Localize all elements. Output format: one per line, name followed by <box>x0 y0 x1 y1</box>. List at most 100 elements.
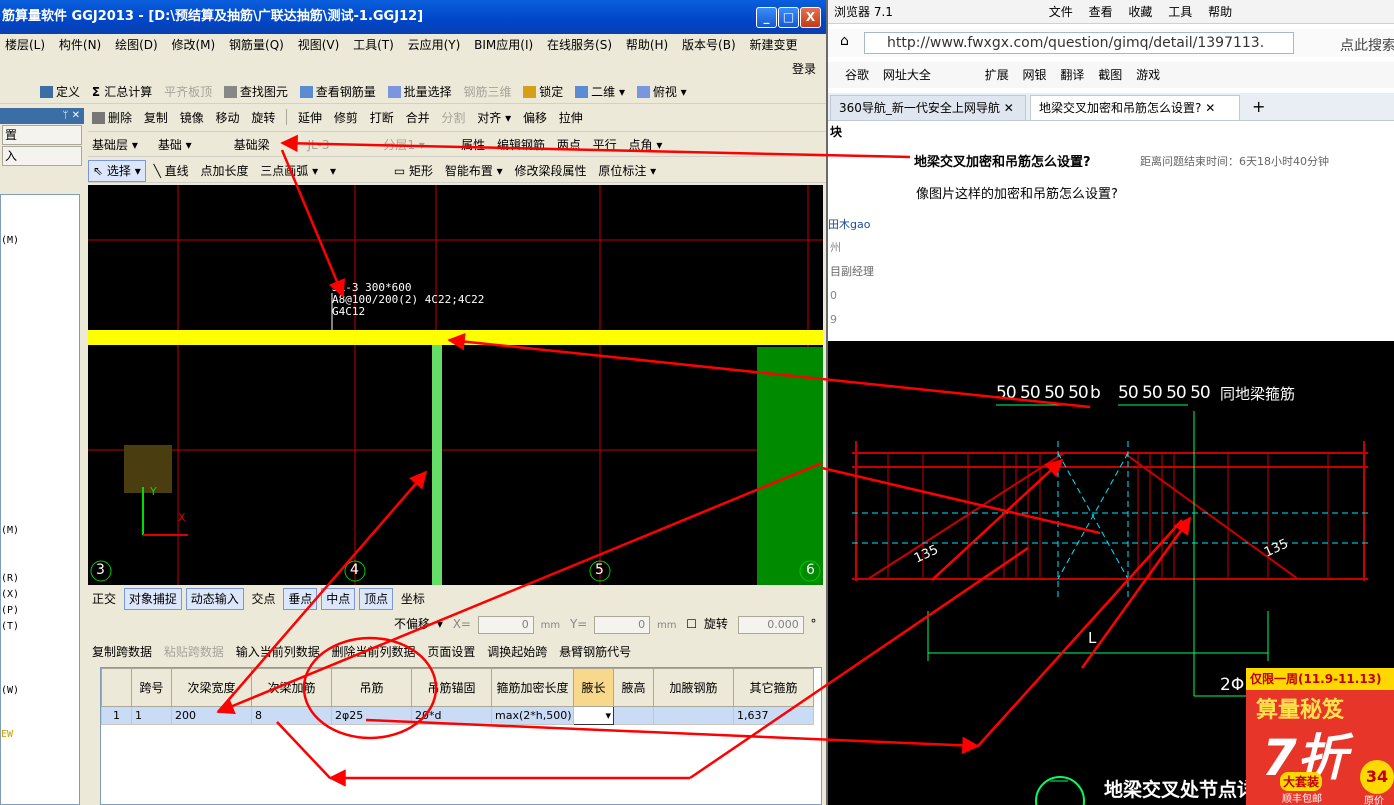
column-header[interactable]: 箍筋加密长度 <box>491 668 574 707</box>
view-top-select[interactable]: 俯视 ▾ <box>633 80 691 103</box>
merge-button[interactable]: 合并 <box>402 106 434 130</box>
maximize-button[interactable]: □ <box>778 7 799 28</box>
sublayer-select[interactable]: 分层1 ▾ <box>379 133 453 156</box>
close-button[interactable]: X <box>800 7 821 28</box>
list-item[interactable]: (T) <box>1 621 19 632</box>
browser-menu-tools[interactable]: 工具 <box>1162 0 1198 23</box>
layer-select[interactable]: 基础层 ▾ <box>88 133 150 156</box>
batch-select-button[interactable]: 批量选择 <box>384 80 456 103</box>
offset-button[interactable]: 偏移 <box>519 106 551 130</box>
browser-menu-fav[interactable]: 收藏 <box>1122 0 1158 23</box>
props-button[interactable]: 属性 <box>457 133 489 156</box>
url-input[interactable]: http://www.fwxgx.com/question/gimq/detai… <box>864 32 1294 54</box>
rebar-3d-button[interactable]: 钢筋三维 <box>459 80 515 103</box>
table-cell[interactable] <box>613 706 654 725</box>
three-arc-button[interactable]: 三点画弧 ▾ <box>256 159 322 182</box>
break-button[interactable]: 打断 <box>366 106 398 130</box>
fav-screenshot[interactable]: 截图 <box>1093 62 1127 88</box>
vertex-snap[interactable]: 顶点 <box>359 588 394 610</box>
column-header[interactable]: 吊筋锚固 <box>411 668 492 707</box>
haunch-length-dropdown[interactable]: ▾ <box>573 706 614 725</box>
tab-360-nav[interactable]: 360导航_新一代安全上网导航 ✕ <box>830 95 1026 120</box>
line-button[interactable]: ╲ 直线 <box>150 159 193 182</box>
coord-snap[interactable]: 坐标 <box>397 587 429 611</box>
row-number[interactable]: 1 <box>101 706 132 725</box>
x-input[interactable]: 0 <box>477 615 534 634</box>
menu-bim[interactable]: BIM应用(I) <box>469 34 538 56</box>
browser-menu-view[interactable]: 查看 <box>1083 0 1119 23</box>
rotate-input[interactable]: 0.000 <box>737 615 804 634</box>
delete-col-button[interactable]: 删除当前列数据 <box>328 640 420 665</box>
ortho-toggle[interactable]: 正交 <box>88 587 120 611</box>
table-cell[interactable]: 200 <box>171 706 252 725</box>
dynamic-input-toggle[interactable]: 动态输入 <box>185 588 244 610</box>
point-angle-button[interactable]: 点角 ▾ <box>625 133 667 156</box>
list-item[interactable]: (W) <box>1 685 19 696</box>
fav-google[interactable]: 谷歌 <box>840 62 874 88</box>
table-row[interactable]: 1 1 200 8 2φ25 20*d max(2*h,500) ▾ 1,637 <box>101 706 814 725</box>
element-select[interactable]: JL-3 <box>303 133 375 156</box>
define-button[interactable]: 定义 <box>36 80 84 103</box>
view-2d-select[interactable]: 二维 ▾ <box>571 80 629 103</box>
user-name[interactable]: 田木gao <box>828 216 870 232</box>
intersect-snap[interactable]: 交点 <box>248 587 280 611</box>
select-button[interactable]: ⇖ 选择 ▾ <box>88 160 146 182</box>
rect-button[interactable]: ▭ 矩形 <box>390 159 437 182</box>
table-cell[interactable]: 2φ25 <box>331 706 412 725</box>
list-item[interactable]: (M) <box>1 525 19 536</box>
menu-help[interactable]: 帮助(H) <box>621 34 673 56</box>
menu-online[interactable]: 在线服务(S) <box>542 34 617 56</box>
menu-new-change[interactable]: 新建变更 <box>744 34 802 56</box>
list-item[interactable]: (R) <box>1 573 19 584</box>
category-select[interactable]: 基础 ▾ <box>154 133 226 156</box>
rotate-button[interactable]: 旋转 <box>247 106 279 130</box>
component-list[interactable]: (M) (M) (R) (X) (P) (T) (W) EW <box>0 194 80 805</box>
minimize-button[interactable]: _ <box>756 7 777 28</box>
column-header[interactable]: 腋长 <box>573 668 614 707</box>
fav-urls[interactable]: 网址大全 <box>878 62 936 88</box>
sum-button[interactable]: Σ 汇总计算 <box>88 80 156 103</box>
table-cell[interactable] <box>653 706 734 725</box>
extend-button[interactable]: 延伸 <box>294 106 326 130</box>
panel-button-1[interactable]: 置 <box>2 125 82 145</box>
page-setup-button[interactable]: 页面设置 <box>423 640 479 665</box>
paste-span-button[interactable]: 粘贴跨数据 <box>160 640 228 665</box>
foundation-beam[interactable] <box>88 330 823 345</box>
new-tab-button[interactable]: + <box>1252 97 1265 116</box>
table-cell[interactable]: 1,637 <box>733 706 814 725</box>
two-point-button[interactable]: 两点 <box>553 133 585 156</box>
browser-menu-file[interactable]: 文件 <box>1043 0 1079 23</box>
input-col-button[interactable]: 输入当前列数据 <box>232 640 324 665</box>
green-column[interactable] <box>757 347 823 585</box>
lock-button[interactable]: 锁定 <box>519 80 567 103</box>
mirror-button[interactable]: 镜像 <box>176 106 208 130</box>
column-header[interactable]: 腋高 <box>613 668 654 707</box>
panel-button-2[interactable]: 入 <box>2 146 82 166</box>
list-item[interactable]: (X) <box>1 589 19 600</box>
fav-translate[interactable]: 翻译 <box>1055 62 1089 88</box>
column-header[interactable]: 吊筋 <box>331 668 412 707</box>
menu-view[interactable]: 视图(V) <box>293 34 345 56</box>
table-cell[interactable]: max(2*h,500) <box>491 706 574 725</box>
cantilever-code-button[interactable]: 悬臂钢筋代号 <box>555 640 635 665</box>
column-header[interactable]: 跨号 <box>131 668 172 707</box>
column-header[interactable]: 加腋钢筋 <box>653 668 734 707</box>
delete-button[interactable]: 删除 <box>88 106 136 130</box>
menu-floor[interactable]: 楼层(L) <box>0 34 50 56</box>
menu-cloud[interactable]: 云应用(Y) <box>403 34 466 56</box>
mid-snap[interactable]: 中点 <box>321 588 356 610</box>
ad-banner[interactable]: 仅限一周(11.9-11.13) 算量秘笈 7折 大套装 顺丰包邮 34 原价 <box>1246 668 1394 805</box>
tab-question[interactable]: 地梁交叉加密和吊筋怎么设置? ✕ <box>1030 95 1240 120</box>
menu-tools[interactable]: 工具(T) <box>348 34 399 56</box>
split-button[interactable]: 分割 <box>437 106 469 130</box>
align-button[interactable]: 对齐 ▾ <box>473 106 515 130</box>
blank-select[interactable]: ▾ <box>326 159 386 182</box>
menu-modify[interactable]: 修改(M) <box>167 34 221 56</box>
column-header[interactable]: 次梁加筋 <box>251 668 332 707</box>
parallel-button[interactable]: 平行 <box>589 133 621 156</box>
smart-layout-button[interactable]: 智能布置 ▾ <box>441 159 507 182</box>
menu-component[interactable]: 构件(N) <box>54 34 106 56</box>
home-icon[interactable]: ⌂ <box>840 33 849 49</box>
y-input[interactable]: 0 <box>594 615 651 634</box>
stretch-button[interactable]: 拉伸 <box>555 106 587 130</box>
